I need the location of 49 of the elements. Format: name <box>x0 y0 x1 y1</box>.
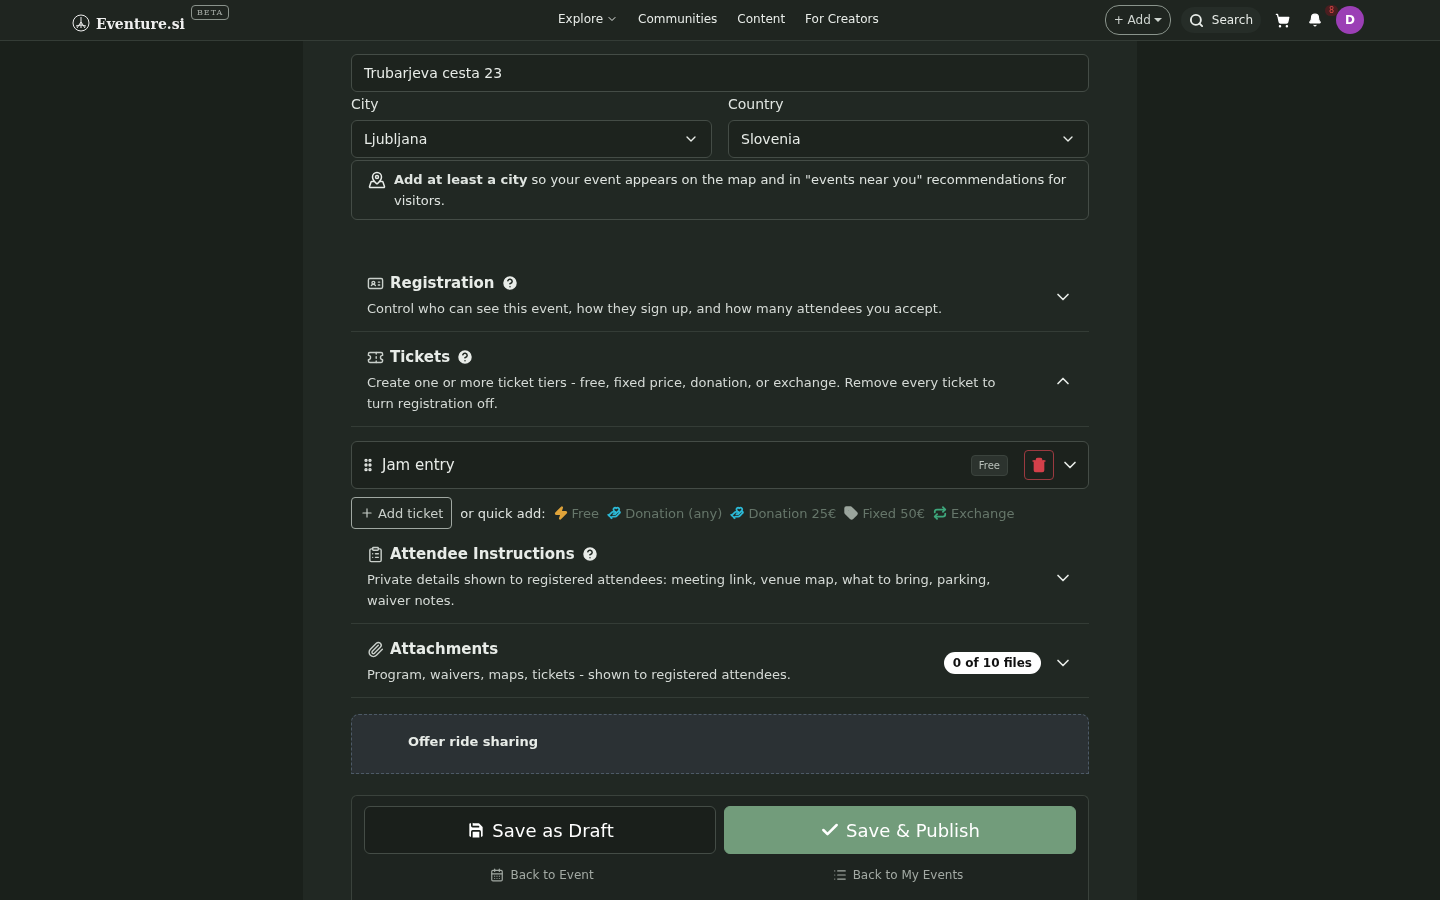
add-button[interactable]: + Add <box>1104 5 1171 35</box>
file-count: 0 of 10 files <box>943 651 1041 674</box>
trash-icon <box>1031 457 1047 473</box>
price-tag: Free <box>970 454 1008 476</box>
map-pin-icon <box>368 171 386 189</box>
field-label: Country <box>728 96 785 112</box>
field-label: City <box>351 96 380 112</box>
back-link[interactable]: Back to Event <box>490 868 594 882</box>
help-icon[interactable] <box>456 348 475 366</box>
paperclip-icon <box>367 640 384 658</box>
save-draft-button[interactable]: Save as Draft <box>364 806 716 854</box>
section-title: Tickets <box>390 348 451 366</box>
cart-icon <box>1275 12 1290 28</box>
section-title: Attachments <box>390 640 499 658</box>
bell-icon <box>1308 13 1322 27</box>
dropdown-field[interactable]: Slovenia <box>728 120 1089 158</box>
quick-add-label: or quick add: <box>460 505 546 521</box>
logo-text[interactable]: Eventure.si <box>96 16 185 32</box>
back-link[interactable]: Back to My Events <box>832 868 964 882</box>
section-description: Program, waivers, maps, tickets - shown to registered attendees. <box>367 666 792 684</box>
avatar[interactable]: D <box>1336 6 1364 34</box>
beta-badge: BETA <box>190 5 230 20</box>
search-button[interactable]: Search <box>1180 7 1261 33</box>
notification-count: 8 <box>1324 5 1338 16</box>
delete-button[interactable] <box>1024 450 1054 480</box>
section-description: Private details shown to registered attendees: meeting link, venue map, what to bring, parking, waiver notes. <box>367 571 992 610</box>
section-title: Attendee Instructions <box>390 545 575 563</box>
dropdown-field[interactable]: Ljubljana <box>351 120 712 158</box>
nav-link[interactable]: Content <box>737 12 786 26</box>
section-title: Registration <box>390 274 495 292</box>
clipboard-icon <box>367 545 384 563</box>
search-icon <box>1188 12 1204 28</box>
section-description: Create one or more ticket tiers - free, fixed price, donation, or exchange. Remove every ticket to turn registration off. <box>367 374 997 413</box>
address-field[interactable]: Trubarjeva cesta 23 <box>351 54 1089 92</box>
nav-link[interactable]: Communities <box>638 12 718 26</box>
ticket-card[interactable]: Jam entry Free <box>351 441 1089 489</box>
plus-icon <box>360 506 374 520</box>
logo-icon <box>72 14 90 32</box>
calendar-icon <box>490 868 505 882</box>
help-icon[interactable] <box>500 274 519 292</box>
nav-link[interactable]: For Creators <box>805 12 879 26</box>
ticket-name: Jam entry <box>382 456 456 474</box>
add-ticket-button[interactable]: Add ticket <box>351 497 453 529</box>
ride-sharing-title: Offer ride sharing <box>408 734 539 749</box>
nav-link[interactable]: Explore <box>558 12 619 26</box>
list-icon <box>832 868 847 882</box>
section-description: Control who can see this event, how they sign up, and how many attendees you accept. <box>367 300 944 318</box>
hint-text: Add at least a city so your event appears on the map and in "events near you" recommendations for visitors. <box>394 171 1068 210</box>
help-icon[interactable] <box>580 545 599 563</box>
